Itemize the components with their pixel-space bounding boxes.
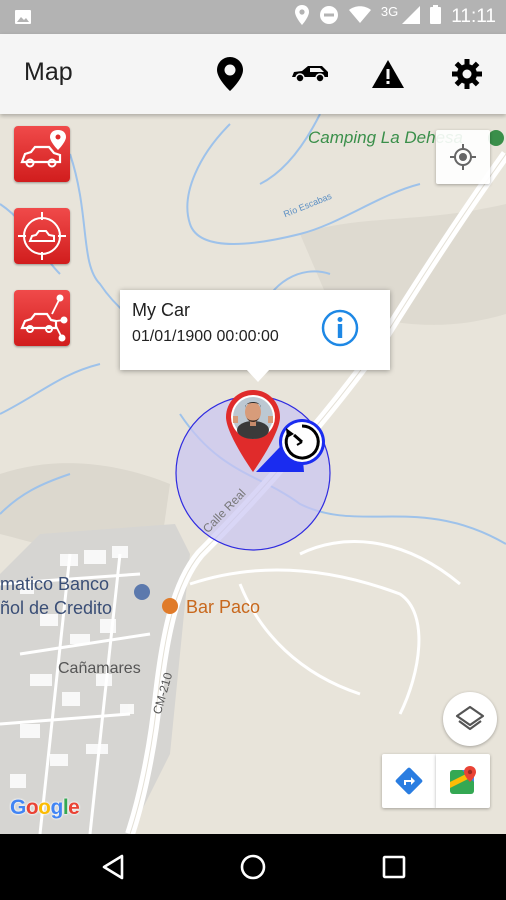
- network-type: 3G: [380, 3, 399, 19]
- recents-button[interactable]: [374, 847, 414, 887]
- map-label-bar: Bar Paco: [186, 597, 261, 617]
- battery-icon: [430, 5, 442, 29]
- warning-button[interactable]: [368, 54, 408, 94]
- car-marker[interactable]: [226, 390, 330, 480]
- recents-square-icon: [382, 855, 406, 879]
- wifi-icon: [348, 5, 371, 29]
- map-marker-icon: [217, 57, 243, 91]
- car-location-button[interactable]: [14, 126, 70, 182]
- sync-icon: [319, 5, 339, 30]
- home-button[interactable]: [233, 847, 273, 887]
- back-triangle-icon: [102, 854, 124, 880]
- info-window-tail: [246, 369, 270, 382]
- car-timestamp: 01/01/1900 00:00:00: [132, 328, 279, 345]
- bar-poi-icon[interactable]: [162, 598, 178, 614]
- car-target-icon: [18, 212, 66, 260]
- status-bar: 3G 11:11: [0, 0, 506, 34]
- directions-icon: [395, 767, 423, 795]
- warning-icon: [372, 60, 404, 88]
- map-label-bank-line2: ñol de Credito: [0, 598, 113, 618]
- app-bar: Map: [0, 34, 506, 114]
- google-maps-icon: [450, 766, 476, 794]
- layers-button[interactable]: [443, 692, 497, 746]
- location-icon: [294, 4, 309, 30]
- page-title: Map: [24, 58, 73, 86]
- info-icon: [321, 309, 359, 347]
- google-logo-letter: o: [25, 796, 39, 819]
- car-button[interactable]: [290, 54, 330, 94]
- car-target-button[interactable]: [14, 208, 70, 264]
- google-maps-button[interactable]: [436, 754, 490, 808]
- car-location-icon: [20, 130, 66, 168]
- layers-icon: [455, 705, 485, 731]
- info-button[interactable]: [320, 308, 360, 348]
- directions-button[interactable]: [382, 754, 436, 808]
- google-logo-letter: g: [50, 796, 64, 819]
- back-button[interactable]: [94, 847, 134, 887]
- home-circle-icon: [240, 854, 266, 880]
- google-logo-letter: G: [10, 796, 26, 819]
- car-name: My Car: [132, 300, 190, 320]
- map-label-town: Cañamares: [58, 660, 141, 677]
- car-share-icon: [20, 294, 68, 342]
- google-logo: Google: [10, 796, 80, 820]
- camping-poi-icon[interactable]: [488, 130, 504, 146]
- google-logo-letter: o: [38, 796, 51, 819]
- gear-icon: [452, 59, 482, 89]
- car-icon: [292, 66, 328, 83]
- car-info-window[interactable]: My Car 01/01/1900 00:00:00: [120, 290, 390, 382]
- map-marker-button[interactable]: [210, 54, 250, 94]
- car-share-button[interactable]: [14, 290, 70, 346]
- bank-poi-icon[interactable]: [134, 584, 150, 600]
- map-view[interactable]: Camping La Dehesa Río Escabas Calle Real…: [0, 114, 506, 834]
- signal-icon: [402, 5, 421, 29]
- image-icon: [14, 8, 32, 31]
- clock: 11:11: [451, 6, 496, 27]
- map-label-bank-line1: matico Banco: [0, 574, 110, 594]
- crosshair-icon: [450, 144, 476, 170]
- navigation-bar: [0, 834, 506, 900]
- google-logo-letter: e: [68, 796, 80, 819]
- my-location-button[interactable]: [436, 130, 490, 184]
- avatar: [233, 397, 273, 439]
- settings-button[interactable]: [447, 54, 487, 94]
